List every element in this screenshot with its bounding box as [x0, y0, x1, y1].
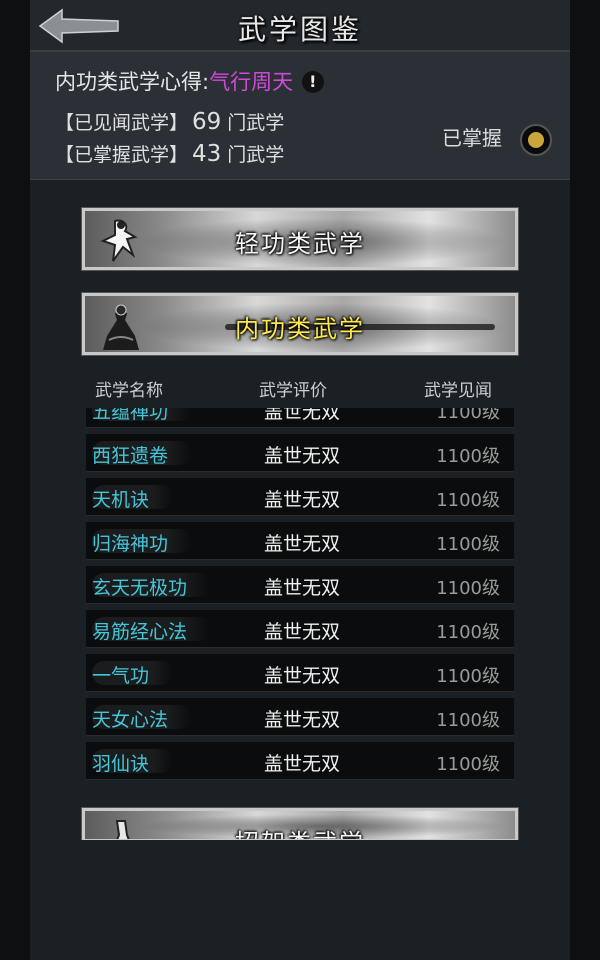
- info-panel: 内功类武学心得:气行周天 ! 【已见闻武学】 69 门武学 【已掌握武学】 43 门武学…: [30, 52, 570, 180]
- column-header-level: 武学见闻: [424, 381, 492, 401]
- skill-rating: 盖世无双: [264, 665, 341, 687]
- table-row[interactable]: 天女心法 盖世无双 1100级: [86, 698, 514, 736]
- skill-level: 1100级: [436, 666, 500, 687]
- mastered-label: 【已掌握武学】: [55, 144, 189, 166]
- table-row[interactable]: 玄天无极功 盖世无双 1100级: [86, 566, 514, 604]
- skill-name: 西狂遗卷: [92, 441, 193, 467]
- category-tab-qinggong[interactable]: 轻功类武学: [81, 207, 519, 271]
- skill-name: 归海神功: [92, 529, 193, 555]
- skill-name: 五蕴禅功: [92, 408, 193, 423]
- seen-label: 【已见闻武学】: [55, 112, 189, 134]
- skill-rating: 盖世无双: [264, 709, 341, 731]
- table-row[interactable]: 西狂遗卷 盖世无双 1100级: [86, 434, 514, 472]
- seen-unit: 门武学: [227, 112, 285, 134]
- skill-level: 1100级: [436, 754, 500, 775]
- skill-name: 易筋经心法: [92, 617, 212, 643]
- table-row[interactable]: 羽仙诀 盖世无双 1100级: [86, 742, 514, 780]
- back-button[interactable]: [38, 8, 120, 44]
- skill-name: 天机诀: [92, 485, 174, 511]
- skill-level: 1100级: [436, 408, 500, 423]
- skill-name: 一气功: [92, 661, 174, 687]
- table-row[interactable]: 归海神功 盖世无双 1100级: [86, 522, 514, 560]
- mastered-count: 43: [192, 141, 222, 167]
- column-header-rating: 武学评价: [259, 381, 327, 401]
- category-label: 内功类武学: [235, 315, 365, 343]
- insight-line: 内功类武学心得:气行周天 !: [55, 66, 324, 96]
- skill-name: 天女心法: [92, 705, 193, 731]
- category-tab-neigong[interactable]: 内功类武学: [81, 292, 519, 356]
- skill-rating: 盖世无双: [264, 533, 341, 555]
- skill-level: 1100级: [436, 490, 500, 511]
- skill-level: 1100级: [436, 446, 500, 467]
- column-header-name: 武学名称: [95, 381, 163, 401]
- seen-count: 69: [192, 109, 222, 135]
- category-tab-zhaojia[interactable]: 招架类武学: [81, 807, 519, 843]
- bottom-panel: [30, 840, 570, 960]
- mastered-stat: 【已掌握武学】 43 门武学: [55, 140, 284, 167]
- skill-level: 1100级: [436, 622, 500, 643]
- skill-name: 羽仙诀: [92, 749, 174, 775]
- skill-rating: 盖世无双: [264, 489, 341, 511]
- skill-rating: 盖世无双: [264, 445, 341, 467]
- table-row[interactable]: 天机诀 盖世无双 1100级: [86, 478, 514, 516]
- table-row[interactable]: 一气功 盖世无双 1100级: [86, 654, 514, 692]
- skill-level: 1100级: [436, 710, 500, 731]
- mastered-toggle[interactable]: [520, 124, 552, 156]
- back-arrow-icon: [38, 8, 119, 44]
- skill-name: 玄天无极功: [92, 573, 212, 599]
- skill-rating: 盖世无双: [264, 621, 341, 643]
- insight-prefix: 内功类武学心得:: [55, 70, 210, 94]
- skill-level: 1100级: [436, 534, 500, 555]
- skill-rating: 盖世无双: [264, 753, 341, 775]
- table-row[interactable]: 易筋经心法 盖世无双 1100级: [86, 610, 514, 648]
- skill-list[interactable]: 五蕴禅功 盖世无双 1100级 西狂遗卷 盖世无双 1100级 天机诀 盖世无双…: [86, 408, 514, 783]
- skill-rating: 盖世无双: [264, 408, 341, 423]
- exclamation-icon[interactable]: !: [301, 71, 324, 93]
- insight-highlight: 气行周天: [209, 70, 294, 94]
- mastered-toggle-label: 已掌握: [442, 126, 502, 150]
- skill-level: 1100级: [436, 578, 500, 599]
- mastered-unit: 门武学: [227, 144, 285, 166]
- skill-rating: 盖世无双: [264, 577, 341, 599]
- table-row[interactable]: 五蕴禅功 盖世无双 1100级: [86, 408, 514, 428]
- category-label: 轻功类武学: [235, 230, 365, 258]
- seen-stat: 【已见闻武学】 69 门武学: [55, 108, 284, 135]
